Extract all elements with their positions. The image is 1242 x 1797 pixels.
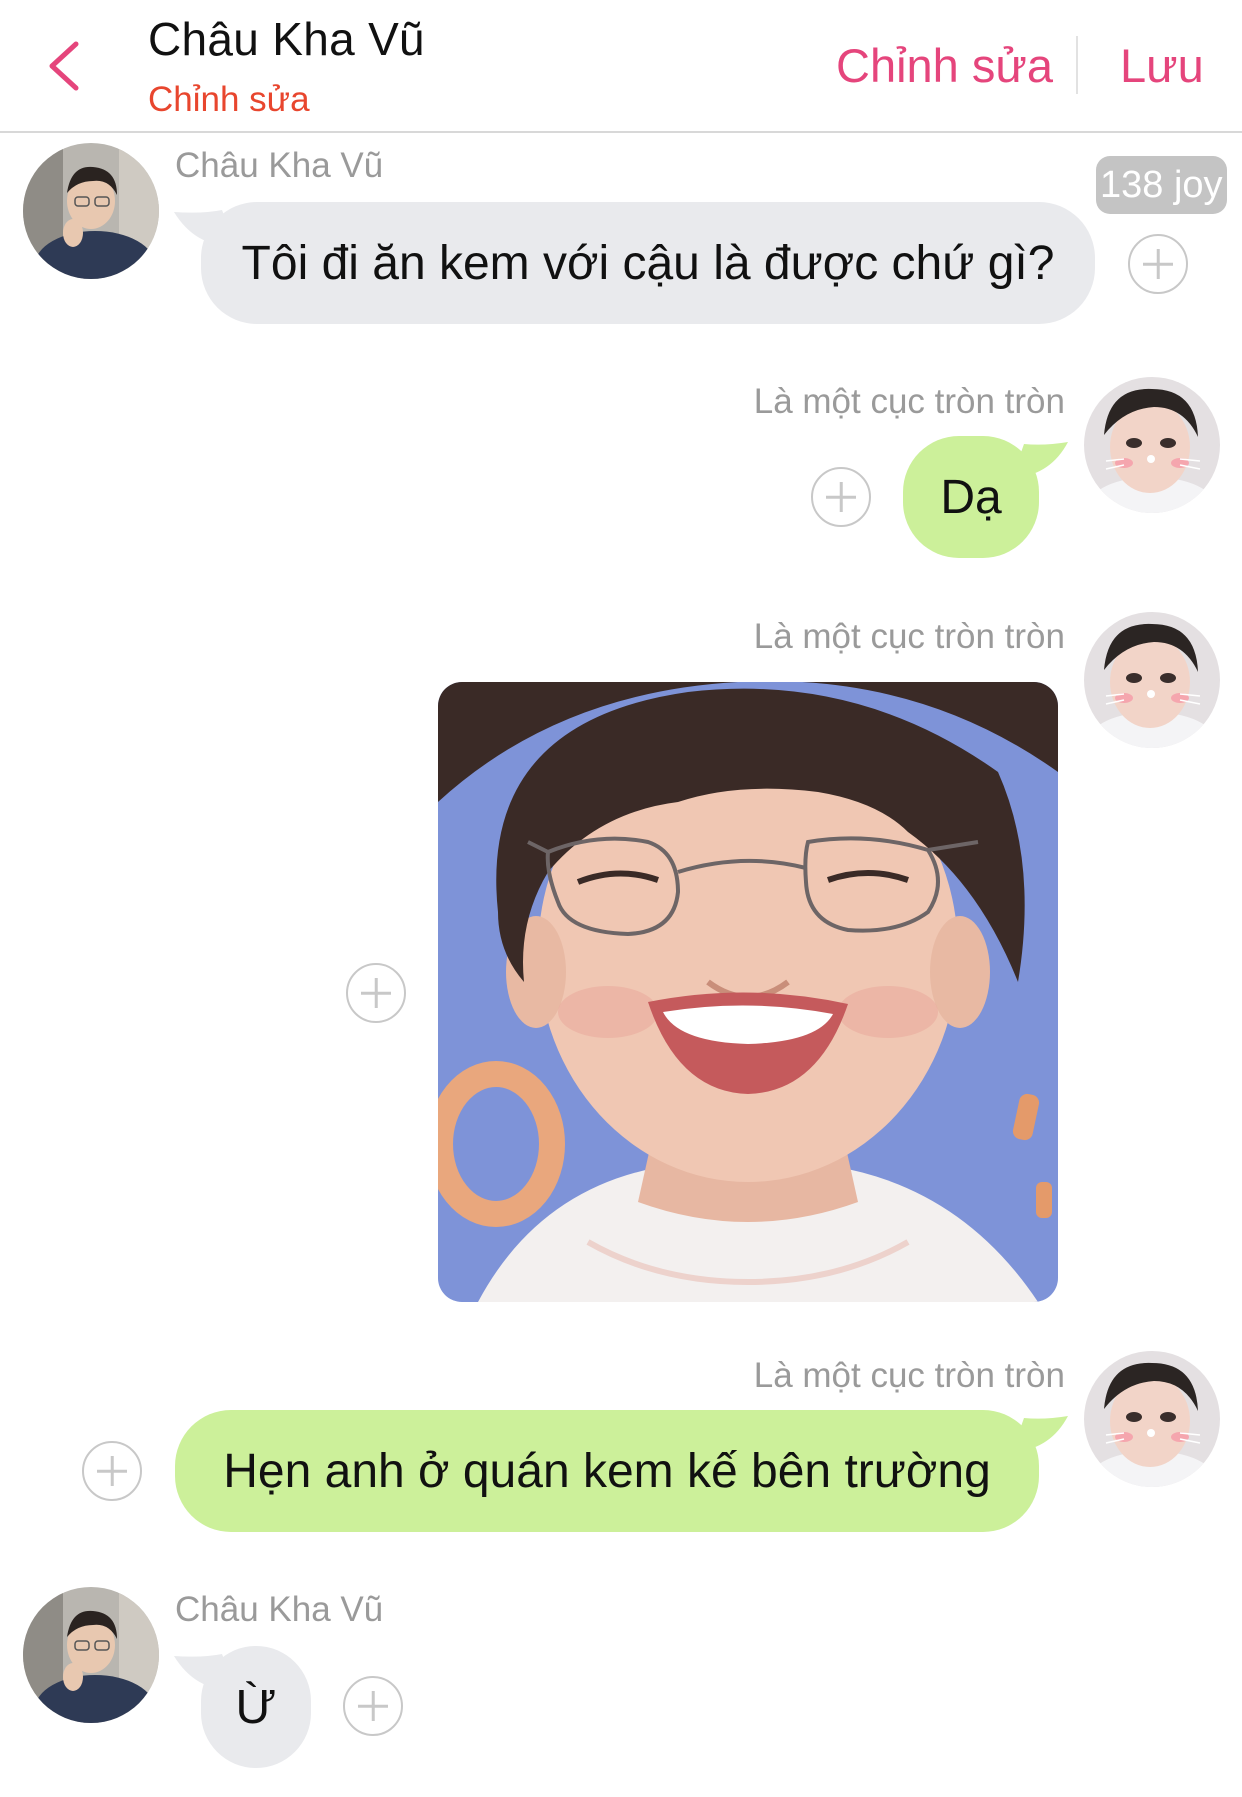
avatar-self-photo xyxy=(1084,377,1220,513)
message-photo[interactable] xyxy=(438,682,1058,1302)
message-bubble[interactable]: Hẹn anh ở quán kem kế bên trường xyxy=(175,1410,1039,1532)
header-divider xyxy=(1076,36,1078,94)
sender-name: Châu Kha Vũ xyxy=(175,1590,384,1629)
message-text: Ừ xyxy=(235,1680,277,1734)
avatar-self[interactable] xyxy=(1084,1351,1220,1487)
message-text: Tôi đi ăn kem với cậu là được chứ gì? xyxy=(241,236,1055,290)
save-button[interactable]: Lưu xyxy=(1120,38,1204,93)
sender-name: Là một cục tròn tròn xyxy=(753,382,1065,421)
sender-name: Là một cục tròn tròn xyxy=(753,617,1065,656)
joy-badge: 138 joy xyxy=(1096,156,1227,214)
avatar-other-photo xyxy=(23,1587,159,1723)
message-bubble[interactable]: Dạ xyxy=(903,436,1039,558)
message-text: Dạ xyxy=(940,470,1002,524)
add-reaction-button[interactable] xyxy=(811,467,871,527)
avatar-self-photo xyxy=(1084,612,1220,748)
chat-subtitle[interactable]: Chỉnh sửa xyxy=(148,80,310,120)
add-reaction-button[interactable] xyxy=(343,1676,403,1736)
back-button[interactable] xyxy=(40,36,90,96)
edit-button[interactable]: Chỉnh sửa xyxy=(836,38,1053,93)
avatar-self[interactable] xyxy=(1084,377,1220,513)
sender-name: Châu Kha Vũ xyxy=(175,146,384,185)
avatar-other[interactable] xyxy=(23,143,159,279)
add-reaction-button[interactable] xyxy=(346,963,406,1023)
add-reaction-button[interactable] xyxy=(82,1441,142,1501)
avatar-other-photo xyxy=(23,143,159,279)
chat-header: Châu Kha Vũ Chỉnh sửa Chỉnh sửa Lưu xyxy=(0,0,1242,133)
sender-name: Là một cục tròn tròn xyxy=(753,1356,1065,1395)
avatar-self[interactable] xyxy=(1084,612,1220,748)
chevron-left-icon xyxy=(49,41,79,91)
message-bubble[interactable]: Ừ xyxy=(201,1646,311,1768)
message-bubble[interactable]: Tôi đi ăn kem với cậu là được chứ gì? xyxy=(201,202,1095,324)
chat-title: Châu Kha Vũ xyxy=(148,13,425,65)
avatar-other[interactable] xyxy=(23,1587,159,1723)
add-reaction-button[interactable] xyxy=(1128,234,1188,294)
selfie-photo xyxy=(438,682,1058,1302)
message-text: Hẹn anh ở quán kem kế bên trường xyxy=(223,1444,991,1498)
avatar-self-photo xyxy=(1084,1351,1220,1487)
